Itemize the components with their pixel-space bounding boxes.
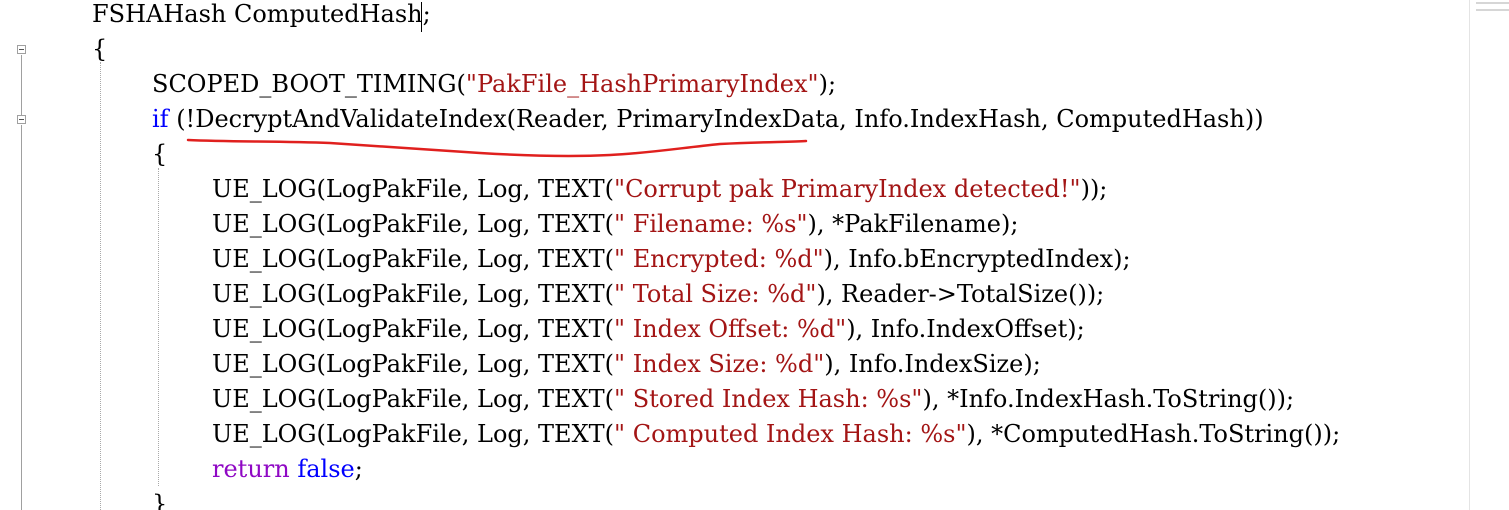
code-token: UE_LOG(LogPakFile, Log, TEXT( [212, 175, 615, 203]
code-token: )); [1080, 175, 1108, 203]
code-line[interactable]: UE_LOG(LogPakFile, Log, TEXT(" Stored In… [212, 382, 1294, 417]
code-token: ; [354, 455, 363, 483]
code-token: if [152, 105, 169, 133]
code-token: " Computed Index Hash: %s" [614, 420, 967, 448]
code-token: ), Info.IndexOffset); [846, 315, 1085, 343]
code-token: UE_LOG(LogPakFile, Log, TEXT( [212, 280, 615, 308]
code-token: " Stored Index Hash: %s" [614, 385, 923, 413]
code-line[interactable]: FSHAHash ComputedHash; [92, 0, 431, 32]
code-token: " Index Size: %d" [614, 350, 825, 378]
code-token: " Filename: %s" [614, 210, 808, 238]
code-editor[interactable]: FSHAHash ComputedHash; { SCOPED_BOOT_TIMIN… [0, 0, 1509, 510]
indent-guide [100, 62, 101, 510]
code-line[interactable]: UE_LOG(LogPakFile, Log, TEXT(" Index Off… [212, 312, 1085, 347]
code-token: UE_LOG(LogPakFile, Log, TEXT( [212, 385, 615, 413]
code-line[interactable]: UE_LOG(LogPakFile, Log, TEXT(" Encrypted… [212, 242, 1131, 277]
indent-guide [158, 168, 159, 486]
text-caret [421, 2, 422, 32]
code-token: false [297, 455, 355, 483]
code-token: UE_LOG(LogPakFile, Log, TEXT( [212, 420, 615, 448]
code-token: ), Reader->TotalSize()); [816, 280, 1105, 308]
code-line[interactable]: { [92, 32, 107, 67]
code-token: ), Info.IndexSize); [824, 350, 1041, 378]
code-token: { [92, 35, 108, 63]
code-token: { [152, 140, 168, 168]
vertical-scrollbar[interactable] [1469, 0, 1509, 510]
code-token: } [152, 490, 168, 510]
code-token: (!DecryptAndValidateIndex(Reader, Primar… [168, 105, 1264, 133]
code-token: FSHAHash ComputedHash; [92, 0, 431, 28]
code-line[interactable]: { [152, 137, 167, 172]
code-token: ); [818, 70, 837, 98]
collapse-minus-icon[interactable] [17, 45, 26, 54]
code-token: UE_LOG(LogPakFile, Log, TEXT( [212, 315, 615, 343]
code-token: ), *PakFilename); [807, 210, 1019, 238]
fold-line [21, 55, 22, 115]
code-token: "PakFile_HashPrimaryIndex" [465, 70, 819, 98]
code-line[interactable]: UE_LOG(LogPakFile, Log, TEXT(" Index Siz… [212, 347, 1041, 382]
code-token: SCOPED_BOOT_TIMING( [152, 70, 466, 98]
collapse-minus-icon[interactable] [17, 115, 26, 124]
code-line[interactable]: return false; [212, 452, 363, 487]
code-token: UE_LOG(LogPakFile, Log, TEXT( [212, 350, 615, 378]
code-line[interactable]: SCOPED_BOOT_TIMING("PakFile_HashPrimaryI… [152, 67, 836, 102]
fold-line [21, 125, 22, 510]
editor-gutter [0, 0, 38, 510]
scroll-marker [1476, 2, 1509, 4]
code-token: UE_LOG(LogPakFile, Log, TEXT( [212, 210, 615, 238]
code-token: " Total Size: %d" [614, 280, 817, 308]
code-token: ), Info.bEncryptedIndex); [823, 245, 1131, 273]
scroll-marker [1476, 9, 1509, 11]
code-token: UE_LOG(LogPakFile, Log, TEXT( [212, 245, 615, 273]
code-token: ), *ComputedHash.ToString()); [966, 420, 1341, 448]
code-line[interactable]: if (!DecryptAndValidateIndex(Reader, Pri… [152, 102, 1264, 137]
code-line[interactable]: UE_LOG(LogPakFile, Log, TEXT("Corrupt pa… [212, 172, 1107, 207]
code-token: ), *Info.IndexHash.ToString()); [922, 385, 1295, 413]
code-line[interactable]: UE_LOG(LogPakFile, Log, TEXT(" Total Siz… [212, 277, 1104, 312]
code-token: " Index Offset: %d" [614, 315, 847, 343]
code-line[interactable]: } [152, 487, 167, 510]
code-token: " Encrypted: %d" [614, 245, 824, 273]
code-line[interactable]: UE_LOG(LogPakFile, Log, TEXT(" Computed … [212, 417, 1340, 452]
code-line[interactable]: UE_LOG(LogPakFile, Log, TEXT(" Filename:… [212, 207, 1018, 242]
code-token: return [212, 455, 290, 483]
code-token: "Corrupt pak PrimaryIndex detected!" [614, 175, 1081, 203]
